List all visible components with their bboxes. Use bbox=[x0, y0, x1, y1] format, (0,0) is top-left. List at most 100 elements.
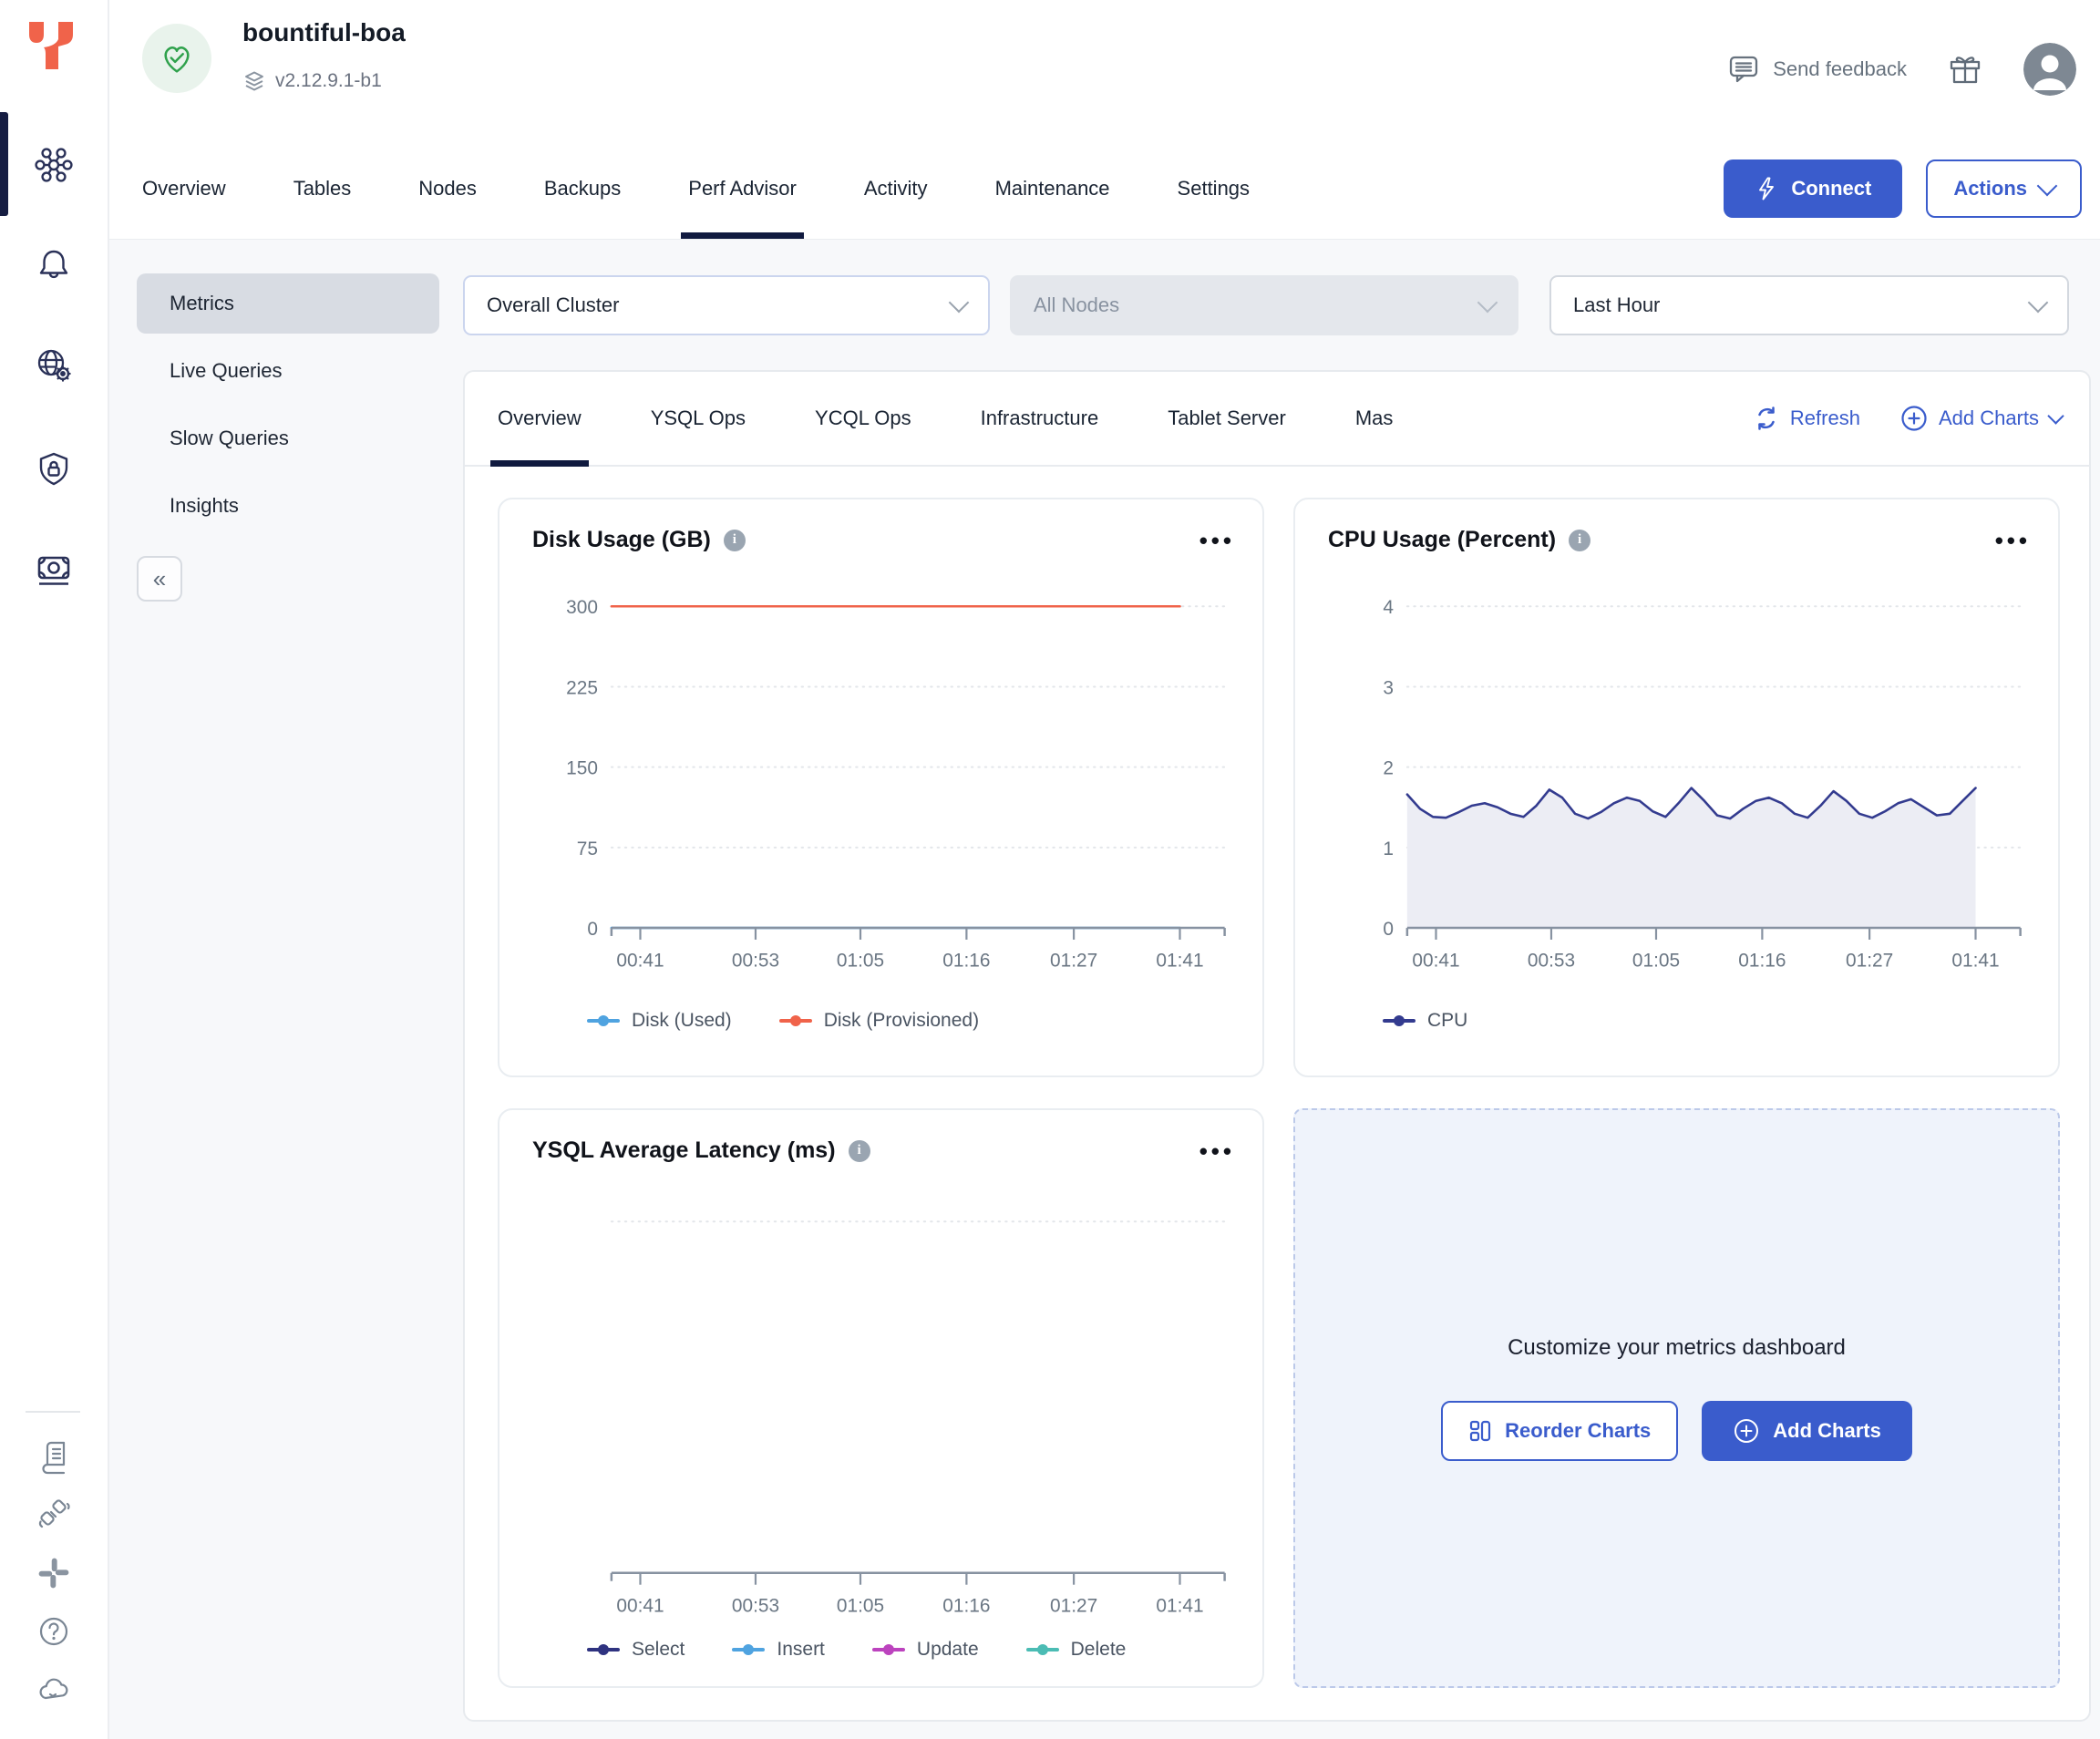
cluster-network-icon[interactable] bbox=[33, 144, 75, 186]
svg-text:3: 3 bbox=[1383, 677, 1394, 698]
tab-nodes[interactable]: Nodes bbox=[417, 139, 479, 239]
svg-text:4: 4 bbox=[1383, 597, 1394, 618]
nodes-value: All Nodes bbox=[1034, 293, 1119, 317]
metrics-work-area: Overall Cluster All Nodes Last Hour Over… bbox=[463, 239, 2091, 1739]
info-icon[interactable]: i bbox=[1569, 530, 1590, 551]
chart-legend: Disk (Used) Disk (Provisioned) bbox=[587, 1010, 979, 1032]
reorder-charts-button[interactable]: Reorder Charts bbox=[1441, 1401, 1678, 1461]
refresh-button[interactable]: Refresh bbox=[1754, 406, 1860, 431]
svg-text:00:41: 00:41 bbox=[1412, 951, 1459, 972]
collapse-sidebar-button[interactable]: « bbox=[137, 556, 182, 602]
billing-cash-icon[interactable] bbox=[33, 549, 75, 591]
legend-item-insert[interactable]: Insert bbox=[732, 1639, 825, 1661]
tab-overview[interactable]: Overview bbox=[140, 139, 228, 239]
sidebar-item-live-queries[interactable]: Live Queries bbox=[137, 341, 439, 401]
topbar: bountiful-boa v2.12.9.1-b1 Send feedback bbox=[108, 0, 2100, 140]
svg-text:00:41: 00:41 bbox=[616, 1596, 664, 1617]
refresh-icon bbox=[1754, 406, 1779, 431]
legend-item-cpu[interactable]: CPU bbox=[1383, 1010, 1467, 1032]
lightning-icon bbox=[1755, 176, 1778, 201]
metrics-tab-tablet-server[interactable]: Tablet Server bbox=[1168, 372, 1286, 465]
tab-maintenance[interactable]: Maintenance bbox=[993, 139, 1112, 239]
info-icon[interactable]: i bbox=[724, 530, 746, 551]
slack-icon[interactable] bbox=[36, 1555, 72, 1591]
svg-text:01:41: 01:41 bbox=[1951, 951, 1999, 972]
metrics-tab-ysql-ops[interactable]: YSQL Ops bbox=[651, 372, 746, 465]
legend-item-disk-used-[interactable]: Disk (Used) bbox=[587, 1010, 732, 1032]
send-feedback-label: Send feedback bbox=[1773, 57, 1907, 81]
chevron-down-icon bbox=[949, 293, 970, 314]
svg-text:0: 0 bbox=[587, 919, 598, 940]
legend-item-disk-provisioned-[interactable]: Disk (Provisioned) bbox=[779, 1010, 979, 1032]
refresh-label: Refresh bbox=[1790, 406, 1860, 430]
bell-icon[interactable] bbox=[33, 244, 75, 286]
svg-text:01:16: 01:16 bbox=[942, 1596, 990, 1617]
shield-lock-icon[interactable] bbox=[33, 448, 75, 490]
tab-tables[interactable]: Tables bbox=[292, 139, 354, 239]
perf-subnav: MetricsLive QueriesSlow QueriesInsights … bbox=[108, 239, 463, 1739]
sidebar-item-slow-queries[interactable]: Slow Queries bbox=[137, 408, 439, 468]
customize-dashboard-panel: Customize your metrics dashboard Reorder… bbox=[1293, 1108, 2060, 1688]
legend-item-update[interactable]: Update bbox=[872, 1639, 979, 1661]
tab-backups[interactable]: Backups bbox=[542, 139, 623, 239]
rail-active-indicator bbox=[0, 112, 8, 216]
legend-marker bbox=[732, 1643, 765, 1656]
svg-text:00:53: 00:53 bbox=[1528, 951, 1575, 972]
info-icon[interactable]: i bbox=[849, 1140, 870, 1162]
user-avatar[interactable] bbox=[2023, 43, 2076, 96]
svg-text:01:05: 01:05 bbox=[1632, 951, 1680, 972]
metrics-tabbar: Overview YSQL Ops YCQL Ops Infrastructure Ta… bbox=[465, 372, 2089, 467]
legend-item-delete[interactable]: Delete bbox=[1026, 1639, 1127, 1661]
metrics-tab-ycql-ops[interactable]: YCQL Ops bbox=[815, 372, 911, 465]
tab-activity[interactable]: Activity bbox=[862, 139, 930, 239]
svg-text:150: 150 bbox=[566, 758, 598, 779]
add-charts-cta-button[interactable]: Add Charts bbox=[1702, 1401, 1912, 1461]
metrics-tab-infrastructure[interactable]: Infrastructure bbox=[981, 372, 1099, 465]
cloud-icon[interactable] bbox=[36, 1672, 72, 1708]
svg-text:01:05: 01:05 bbox=[837, 951, 884, 972]
integrations-plug-icon[interactable] bbox=[36, 1497, 72, 1533]
sidebar-item-insights[interactable]: Insights bbox=[137, 476, 439, 536]
nodes-select[interactable]: All Nodes bbox=[1010, 275, 1518, 335]
sidebar-item-metrics[interactable]: Metrics bbox=[137, 273, 439, 334]
chart-legend: CPU bbox=[1383, 1010, 1467, 1032]
chevron-down-icon bbox=[2037, 176, 2058, 197]
version-label: v2.12.9.1-b1 bbox=[275, 70, 382, 92]
plus-circle-icon bbox=[1733, 1417, 1760, 1445]
card-menu-button[interactable]: ••• bbox=[1199, 536, 1235, 545]
chart-card-disk-usage: Disk Usage (GB) i ••• 30022515075000:410… bbox=[498, 498, 1264, 1077]
help-question-icon[interactable] bbox=[36, 1613, 72, 1650]
add-charts-button[interactable]: Add Charts bbox=[1900, 405, 2062, 432]
add-charts-cta-label: Add Charts bbox=[1773, 1419, 1881, 1443]
svg-text:01:27: 01:27 bbox=[1846, 951, 1893, 972]
card-menu-button[interactable]: ••• bbox=[1199, 1147, 1235, 1156]
chart-card-ysql-latency: YSQL Average Latency (ms) i ••• 00:4100:… bbox=[498, 1108, 1264, 1688]
yugabyte-logo-icon[interactable] bbox=[22, 16, 80, 75]
actions-button[interactable]: Actions bbox=[1926, 159, 2082, 218]
legend-label: Update bbox=[917, 1639, 979, 1661]
legend-label: CPU bbox=[1427, 1010, 1467, 1032]
metrics-tab-mas[interactable]: Mas bbox=[1355, 372, 1394, 465]
send-feedback-button[interactable]: Send feedback bbox=[1727, 53, 1907, 86]
svg-text:01:05: 01:05 bbox=[837, 1596, 884, 1617]
card-menu-button[interactable]: ••• bbox=[1995, 536, 2031, 545]
cpu-usage-chart: 4321000:4100:5301:0501:1601:2701:41 bbox=[1295, 499, 2058, 1075]
app-root: bountiful-boa v2.12.9.1-b1 Send feedback bbox=[0, 0, 2100, 1739]
chart-title: CPU Usage (Percent) bbox=[1328, 527, 1556, 553]
chart-card-cpu-usage: CPU Usage (Percent) i ••• 4321000:4100:5… bbox=[1293, 498, 2060, 1077]
docs-book-icon[interactable] bbox=[36, 1438, 72, 1475]
legend-item-select[interactable]: Select bbox=[587, 1639, 685, 1661]
svg-text:01:27: 01:27 bbox=[1050, 951, 1097, 972]
connect-button[interactable]: Connect bbox=[1724, 159, 1902, 218]
metrics-tab-overview[interactable]: Overview bbox=[498, 372, 582, 465]
actions-label: Actions bbox=[1953, 177, 2027, 201]
tab-perf-advisor[interactable]: Perf Advisor bbox=[686, 139, 798, 239]
cluster-scope-select[interactable]: Overall Cluster bbox=[463, 275, 990, 335]
plus-circle-icon bbox=[1900, 405, 1928, 432]
time-range-select[interactable]: Last Hour bbox=[1549, 275, 2069, 335]
gift-icon[interactable] bbox=[1947, 51, 1983, 87]
globe-gear-icon[interactable] bbox=[33, 345, 75, 386]
svg-text:0: 0 bbox=[1383, 919, 1394, 940]
tab-settings[interactable]: Settings bbox=[1176, 139, 1252, 239]
cluster-scope-value: Overall Cluster bbox=[487, 293, 619, 317]
